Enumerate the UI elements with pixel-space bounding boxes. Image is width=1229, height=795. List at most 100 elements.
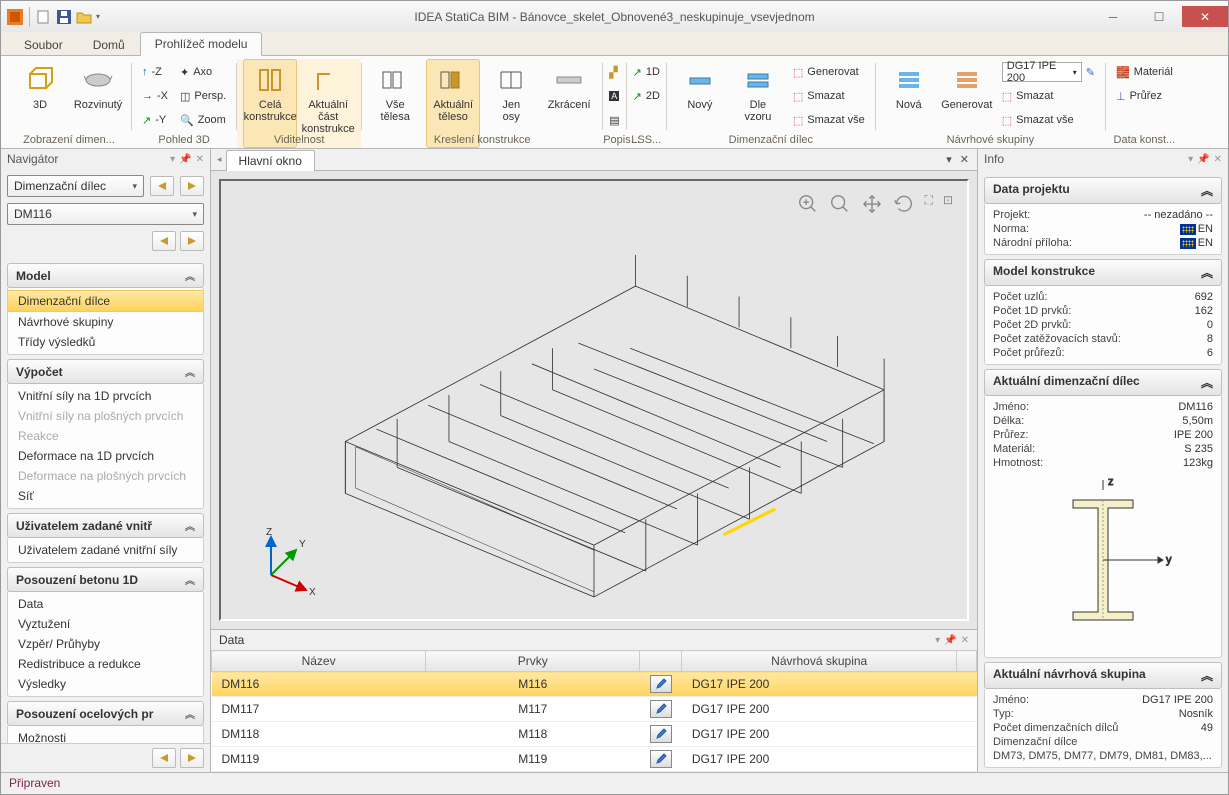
- close-button[interactable]: ✕: [1182, 6, 1228, 27]
- nav-item[interactable]: Deformace na 1D prvcích: [8, 446, 203, 466]
- btn-y-axis[interactable]: ↗-Y: [138, 109, 172, 131]
- nav-item-tridy[interactable]: Třídy výsledků: [8, 332, 203, 352]
- acc-beton-head[interactable]: Posouzení betonu 1D︽: [7, 567, 204, 592]
- viewport[interactable]: ⛶ ⊡: [211, 171, 977, 629]
- btn-popis-2[interactable]: A: [605, 85, 623, 107]
- btn-persp[interactable]: ◫Persp.: [176, 85, 230, 107]
- btn-dim-smazat-vse[interactable]: ⬚Smazat vše: [789, 109, 869, 131]
- group-pohled-label: Pohled 3D: [132, 134, 236, 146]
- table-row[interactable]: DM119M119DG17 IPE 200: [212, 747, 977, 772]
- nav-item[interactable]: Síť: [8, 486, 203, 506]
- info-sec-projekt[interactable]: Data projektu︽: [984, 177, 1222, 204]
- save-icon[interactable]: [56, 9, 72, 25]
- nav-foot-prev[interactable]: [152, 748, 176, 768]
- dropdown-icon[interactable]: ▾: [946, 153, 952, 166]
- z-axis-icon: ↑: [142, 66, 148, 78]
- pin-icon[interactable]: 📌: [944, 635, 956, 646]
- btn-popis-3[interactable]: ▤: [605, 109, 623, 131]
- ribbon-tabs: Soubor Domů Prohlížeč modelu: [1, 32, 1228, 56]
- acc-ocel-head[interactable]: Posouzení ocelových pr︽: [7, 701, 204, 726]
- btn-material[interactable]: 🧱Materiál: [1112, 61, 1177, 83]
- close-icon[interactable]: ✕: [960, 153, 969, 166]
- tab-domu[interactable]: Domů: [78, 33, 140, 56]
- close-icon[interactable]: ✕: [1214, 154, 1222, 165]
- zoom-out-icon[interactable]: [829, 193, 851, 218]
- btn-z-axis[interactable]: ↑-Z: [138, 61, 172, 83]
- info-panel: Info ▾📌✕ Data projektu︽ Projekt:-- nezad…: [978, 149, 1228, 772]
- combo-dg[interactable]: DG17 IPE 200▾✎: [998, 61, 1099, 83]
- acc-model-head[interactable]: Model︽: [7, 263, 204, 288]
- nav-item[interactable]: Data: [8, 594, 203, 614]
- x-axis-icon: →: [142, 90, 153, 102]
- table-row[interactable]: DM118M118DG17 IPE 200: [212, 722, 977, 747]
- delete-all-icon: ⬚: [1002, 114, 1012, 127]
- nav-type-combo[interactable]: Dimenzační dílec: [7, 175, 144, 197]
- btn-prurez[interactable]: ⊥Průřez: [1112, 85, 1177, 107]
- info-sec-nav[interactable]: Aktuální návrhová skupina︽: [984, 662, 1222, 689]
- qat-new-icon[interactable]: [36, 9, 52, 25]
- btn-dim-smazat[interactable]: ⬚Smazat: [789, 85, 869, 107]
- nav-item[interactable]: Vnitřní síly na 1D prvcích: [8, 386, 203, 406]
- col-prvky[interactable]: Prvky: [426, 651, 640, 672]
- qat-dropdown-icon[interactable]: ▾: [96, 12, 100, 21]
- btn-dim-generovat[interactable]: ⬚Generovat: [789, 61, 869, 83]
- nav-foot-next[interactable]: [180, 748, 204, 768]
- dropdown-icon[interactable]: ▾: [935, 635, 940, 646]
- btn-axo[interactable]: ✦Axo: [176, 61, 230, 83]
- btn-nav-smazat-vse[interactable]: ⬚Smazat vše: [998, 109, 1099, 131]
- dropdown-icon[interactable]: ▾: [1188, 154, 1193, 165]
- pin-icon[interactable]: 📌: [179, 154, 191, 165]
- group-nav-label: Návrhové skupiny: [876, 134, 1105, 146]
- open-icon[interactable]: [76, 9, 92, 25]
- nav-item[interactable]: Redistribuce a redukce: [8, 654, 203, 674]
- nav-item-uziv[interactable]: Uživatelem zadané vnitřní síly: [8, 540, 203, 560]
- collapse-icon[interactable]: ⊡: [943, 193, 953, 218]
- close-icon[interactable]: ✕: [196, 154, 204, 165]
- nav-next-button[interactable]: [180, 176, 204, 196]
- acc-vypocet-head[interactable]: Výpočet︽: [7, 359, 204, 384]
- tab-soubor[interactable]: Soubor: [9, 33, 78, 56]
- nav-item-dimenzacni[interactable]: Dimenzační dílce: [8, 290, 203, 312]
- tab-prohlizec[interactable]: Prohlížeč modelu: [140, 32, 263, 56]
- close-icon[interactable]: ✕: [961, 635, 969, 646]
- edit-icon[interactable]: [650, 700, 672, 718]
- edit-icon[interactable]: [650, 725, 672, 743]
- main-window-tab[interactable]: Hlavní okno: [226, 150, 315, 171]
- nav-next2-button[interactable]: [180, 231, 204, 251]
- btn-nav-smazat[interactable]: ⬚Smazat: [998, 85, 1099, 107]
- persp-icon: ◫: [180, 90, 190, 103]
- info-sec-dim[interactable]: Aktuální dimenzační dílec︽: [984, 369, 1222, 396]
- btn-lss-1d[interactable]: ↗1D: [629, 61, 664, 83]
- btn-x-axis[interactable]: →-X: [138, 85, 172, 107]
- nav-prev2-button[interactable]: [152, 231, 176, 251]
- pan-icon[interactable]: [861, 193, 883, 218]
- info-sec-model[interactable]: Model konstrukce︽: [984, 259, 1222, 286]
- pin-icon[interactable]: 📌: [1197, 154, 1209, 165]
- expand-icon[interactable]: ⛶: [925, 193, 933, 218]
- acc-uziv-head[interactable]: Uživatelem zadané vnitř︽: [7, 513, 204, 538]
- edit-icon[interactable]: [650, 750, 672, 768]
- nav-item[interactable]: Možnosti: [8, 728, 203, 743]
- rotate-icon[interactable]: [893, 193, 915, 218]
- col-nazev[interactable]: Název: [212, 651, 426, 672]
- edit-icon[interactable]: [650, 675, 672, 693]
- col-skupina[interactable]: Návrhová skupina: [682, 651, 957, 672]
- nav-item[interactable]: Vyztužení: [8, 614, 203, 634]
- maximize-button[interactable]: ☐: [1136, 6, 1182, 27]
- pin-icon[interactable]: ▾: [170, 154, 175, 165]
- nav-prev-button[interactable]: [150, 176, 174, 196]
- nav-item-combo[interactable]: DM116: [7, 203, 204, 225]
- btn-popis-1[interactable]: ▞: [605, 61, 623, 83]
- table-row[interactable]: DM117M117DG17 IPE 200: [212, 697, 977, 722]
- table-row[interactable]: DM116M116DG17 IPE 200: [212, 672, 977, 697]
- nav-item[interactable]: Výsledky: [8, 674, 203, 694]
- nav-item[interactable]: Vzpěr/ Průhyby: [8, 634, 203, 654]
- minimize-button[interactable]: ─: [1090, 6, 1136, 27]
- nav-item: Reakce: [8, 426, 203, 446]
- nav-item-navrhove[interactable]: Návrhové skupiny: [8, 312, 203, 332]
- section-preview: z y: [993, 470, 1213, 650]
- btn-lss-2d[interactable]: ↗2D: [629, 85, 664, 107]
- pencil-icon[interactable]: ✎: [1086, 66, 1095, 79]
- zoom-in-icon[interactable]: [797, 193, 819, 218]
- btn-zoom[interactable]: 🔍Zoom: [176, 109, 230, 131]
